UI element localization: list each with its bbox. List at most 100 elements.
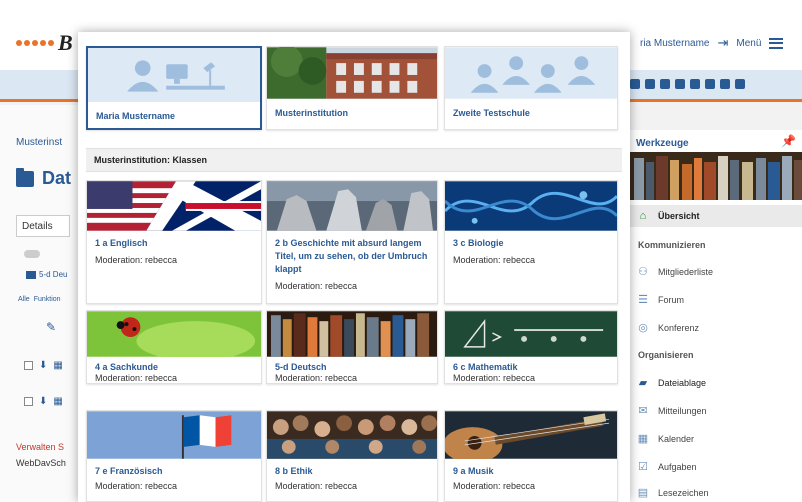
sidebar-item-tasks[interactable]: ☑ Aufgaben [636, 460, 696, 473]
statues-image [267, 181, 437, 231]
settings-icon[interactable] [705, 79, 715, 89]
class-moderation: Moderation: rebecca [275, 281, 358, 291]
sidebar-item-members[interactable]: ⚇ Mitgliederliste [636, 265, 713, 278]
page-title-text: Dat [42, 168, 72, 188]
quick-toolbar [630, 79, 745, 89]
search-icon[interactable] [645, 79, 655, 89]
class-title: 3 c Biologie [453, 238, 504, 248]
class-moderation: Moderation: rebecca [95, 255, 178, 265]
details-tab[interactable]: Details [16, 215, 70, 237]
filter-all[interactable]: Alle [18, 296, 30, 303]
class-card-ethics[interactable]: 8 b Ethik Moderation: rebecca [266, 410, 438, 502]
pencil-icon[interactable]: ✎ [46, 320, 56, 334]
group-icon [445, 47, 617, 99]
home-icon: ⌂ [639, 210, 647, 222]
sidebar-heading-organize: Organisieren [638, 350, 694, 360]
logo-letter: B [58, 30, 73, 55]
mail-icon[interactable] [630, 79, 640, 89]
tools-icon[interactable] [690, 79, 700, 89]
class-card-sachkunde[interactable]: 4 a Sachkunde Moderation: rebecca [86, 310, 262, 384]
sidebar-title: Werkzeuge [636, 138, 689, 149]
menu-label[interactable]: Menü [736, 38, 761, 49]
card-title: Maria Mustername [96, 111, 176, 121]
person-desk-icon [88, 48, 260, 102]
logo-dots [16, 40, 54, 46]
class-moderation: Moderation: rebecca [453, 255, 536, 265]
class-moderation: Moderation: rebecca [453, 481, 536, 491]
ladybug-image [87, 311, 261, 357]
class-card-history[interactable]: 2 b Geschichte mit absurd langem Titel, … [266, 180, 438, 304]
folder-icon [26, 270, 36, 279]
class-card-biology[interactable]: 3 c Biologie Moderation: rebecca [444, 180, 618, 304]
filter-row: Alle Funktion [18, 296, 61, 303]
card-personal-room[interactable]: Maria Mustername [86, 46, 262, 130]
calendar-icon: ▦ [637, 433, 649, 445]
logout-icon[interactable]: ⇥ [717, 35, 728, 51]
card-second-school[interactable]: Zweite Testschule [444, 46, 618, 130]
building-image [267, 47, 437, 99]
flag-uk-us-image [87, 181, 261, 231]
print-icon[interactable] [720, 79, 730, 89]
logo[interactable]: B [16, 30, 73, 56]
grid-icon[interactable]: ▦ [53, 360, 62, 371]
class-moderation: Moderation: rebecca [275, 373, 358, 383]
filter-functions[interactable]: Funktion [34, 296, 61, 303]
download-icon[interactable]: ⬇ [39, 360, 47, 371]
manage-link[interactable]: Verwalten S [16, 442, 64, 452]
sidebar-image [630, 152, 802, 200]
class-card-math[interactable]: 6 c Mathematik Moderation: rebecca [444, 310, 618, 384]
download-icon[interactable]: ⬇ [39, 396, 47, 407]
class-moderation: Moderation: rebecca [95, 373, 178, 383]
class-title: 7 e Französisch [95, 466, 163, 476]
row-checkbox[interactable] [24, 361, 33, 370]
french-flag-image [87, 411, 261, 459]
pin-icon[interactable]: 📌 [781, 134, 796, 148]
conference-icon: ◎ [638, 322, 648, 334]
class-title: 8 b Ethik [275, 466, 313, 476]
expand-icon[interactable] [675, 79, 685, 89]
section-header-classes: Musterinstitution: Klassen [86, 148, 622, 172]
hamburger-menu-icon[interactable] [769, 37, 784, 49]
breadcrumb[interactable]: Musterinst [16, 137, 62, 148]
files-icon: ▰ [638, 377, 648, 389]
tasks-icon: ☑ [638, 461, 648, 473]
class-card-deutsch[interactable]: 5-d Deutsch Moderation: rebecca [266, 310, 438, 384]
dna-image [445, 181, 617, 231]
class-card-english[interactable]: 1 a Englisch Moderation: rebecca [86, 180, 262, 304]
sidebar-item-overview[interactable]: ⌂ Übersicht [636, 210, 700, 222]
card-title: Musterinstitution [275, 108, 348, 118]
sidebar-item-conference[interactable]: ◎ Konferenz [636, 321, 699, 334]
help-icon[interactable] [735, 79, 745, 89]
tools-sidebar: Werkzeuge 📌 ⌂ Übersicht Kommunizieren ⚇ … [630, 130, 802, 502]
toggle-switch[interactable] [24, 250, 40, 258]
grid-icon[interactable]: ▦ [53, 396, 62, 407]
sidebar-item-calendar[interactable]: ▦ Kalender [636, 432, 694, 445]
bookmark-icon: ▤ [637, 487, 649, 499]
card-title: Zweite Testschule [453, 108, 530, 118]
class-card-music[interactable]: 9 a Musik Moderation: rebecca [444, 410, 618, 502]
class-title: 9 a Musik [453, 466, 494, 476]
class-moderation: Moderation: rebecca [275, 481, 358, 491]
user-name[interactable]: ria Mustername [640, 38, 709, 49]
row-checkbox[interactable] [24, 397, 33, 406]
folder-link[interactable]: 5-d Deu [26, 270, 67, 279]
crowd-image [267, 411, 437, 459]
sidebar-item-forum[interactable]: ☰ Forum [636, 293, 684, 306]
file-row: ⬇ ▦ [24, 360, 63, 371]
sidebar-heading-communicate: Kommunizieren [638, 240, 706, 250]
class-moderation: Moderation: rebecca [453, 373, 536, 383]
room-switcher-overlay: Maria Mustername Musterinstitution Zweit… [78, 32, 630, 502]
books-image [267, 311, 437, 357]
chalkboard-image [445, 311, 617, 357]
class-moderation: Moderation: rebecca [95, 481, 178, 491]
sidebar-item-bookmarks[interactable]: ▤ Lesezeichen [636, 486, 709, 499]
sidebar-item-messages[interactable]: ✉ Mitteilungen [636, 404, 706, 417]
chat-icon[interactable] [660, 79, 670, 89]
folder-link-label: 5-d Deu [39, 270, 68, 279]
webdav-label: WebDavSch [16, 458, 66, 468]
class-card-french[interactable]: 7 e Französisch Moderation: rebecca [86, 410, 262, 502]
class-title: 2 b Geschichte mit absurd langem Titel, … [275, 238, 428, 274]
card-institution[interactable]: Musterinstitution [266, 46, 438, 130]
file-row: ⬇ ▦ [24, 396, 63, 407]
sidebar-item-files[interactable]: ▰ Dateiablage [636, 376, 706, 389]
